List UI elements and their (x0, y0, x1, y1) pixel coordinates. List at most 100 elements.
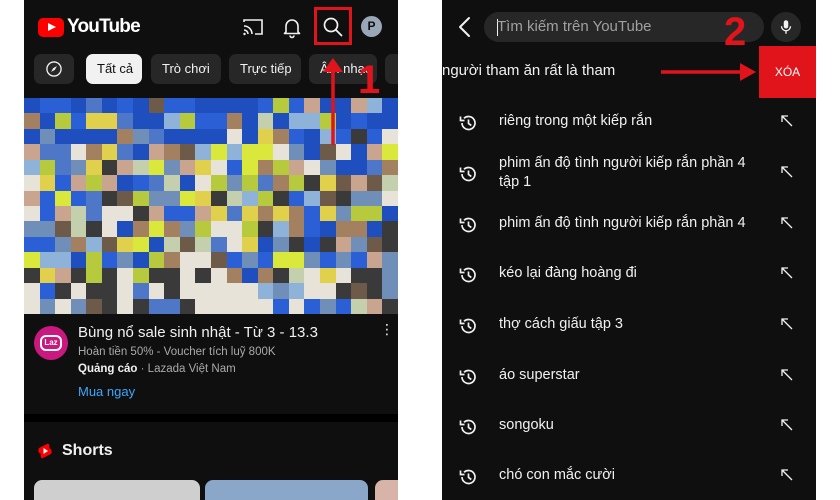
thumbnail-pixel (39, 190, 56, 206)
thumbnail-pixel (148, 283, 165, 299)
fill-search-arrow-icon[interactable] (780, 165, 794, 179)
swiped-history-item[interactable]: người tham ăn rất là tham (442, 62, 615, 79)
thumbnail-pixel (179, 283, 196, 299)
thumbnail-pixel (210, 98, 227, 114)
thumbnail-pixel (273, 283, 289, 299)
short-thumbnail[interactable] (375, 480, 398, 500)
thumbnail-pixel (366, 113, 383, 129)
shop-now-link[interactable]: Mua ngay (78, 384, 135, 399)
chip-games[interactable]: Trò chơi (151, 54, 221, 84)
thumbnail-pixel (86, 267, 102, 284)
fill-search-arrow-icon[interactable] (780, 266, 794, 280)
chip-more[interactable] (385, 54, 398, 84)
thumbnail-pixel (24, 190, 40, 206)
thumbnail-pixel (366, 298, 383, 314)
thumbnail-pixel (195, 252, 211, 268)
thumbnail-pixel (304, 283, 321, 299)
thumbnail-pixel (273, 159, 289, 176)
thumbnail-pixel (257, 236, 274, 253)
thumbnail-pixel (86, 113, 102, 129)
thumbnail-pixel (382, 128, 398, 145)
thumbnail-pixel (226, 175, 243, 191)
thumbnail-pixel (117, 113, 134, 129)
thumbnail-pixel (366, 175, 383, 191)
thumbnail-pixel (320, 267, 336, 284)
thumbnail-pixel (320, 206, 336, 222)
account-avatar[interactable]: P (361, 16, 382, 37)
thumbnail-pixel (320, 144, 336, 160)
thumbnail-pixel (55, 236, 71, 253)
thumbnail-pixel (24, 283, 40, 299)
thumbnail-pixel (24, 252, 40, 268)
thumbnail-pixel (24, 159, 40, 176)
short-thumbnail[interactable] (34, 480, 200, 500)
thumbnail-pixel (24, 206, 40, 222)
cast-icon[interactable] (241, 15, 265, 39)
chip-all[interactable]: Tất cả (86, 54, 142, 84)
thumbnail-pixel (335, 206, 352, 222)
thumbnail-pixel (70, 159, 87, 176)
thumbnail-pixel (273, 236, 289, 253)
more-options-icon[interactable]: ⋮ (380, 322, 394, 336)
thumbnail-pixel (179, 159, 196, 176)
thumbnail-pixel (288, 298, 305, 314)
fill-search-arrow-icon[interactable] (780, 368, 794, 382)
thumbnail-pixel (320, 298, 336, 314)
thumbnail-pixel (133, 206, 149, 222)
thumbnail-pixel (39, 267, 56, 284)
thumbnail-pixel (273, 190, 289, 206)
thumbnail-pixel (273, 298, 289, 314)
thumbnail-pixel (335, 190, 352, 206)
fill-search-arrow-icon[interactable] (780, 418, 794, 432)
youtube-logo[interactable]: YouTube (38, 16, 141, 38)
thumbnail-pixel (86, 175, 102, 191)
thumbnail-pixel (179, 98, 196, 114)
thumbnail-pixel (133, 221, 149, 237)
thumbnail-pixel (210, 128, 227, 145)
thumbnail-pixel (101, 206, 118, 222)
ad-card[interactable]: Laz Bùng nổ sale sinh nhật - Từ 3 - 13.3… (24, 322, 398, 402)
thumbnail-pixel (24, 298, 40, 314)
thumbnail-pixel (320, 128, 336, 145)
delete-button[interactable]: XÓA (759, 46, 816, 98)
thumbnail-pixel (210, 236, 227, 253)
thumbnail-pixel (148, 128, 165, 145)
fill-search-arrow-icon[interactable] (780, 468, 794, 482)
thumbnail-pixel (148, 175, 165, 191)
history-icon (459, 318, 476, 334)
thumbnail-pixel (101, 252, 118, 268)
fill-search-arrow-icon[interactable] (780, 317, 794, 331)
thumbnail-pixel (382, 190, 398, 206)
thumbnail-pixel (164, 144, 180, 160)
advertiser-avatar[interactable]: Laz (34, 326, 68, 360)
video-thumbnail[interactable] (24, 98, 398, 314)
fill-search-arrow-icon[interactable] (780, 216, 794, 230)
thumbnail-pixel (164, 159, 180, 176)
thumbnail-pixel (101, 190, 118, 206)
short-thumbnail[interactable] (205, 480, 368, 500)
thumbnail-pixel (366, 252, 383, 268)
thumbnail-pixel (39, 221, 56, 237)
ad-title[interactable]: Bùng nổ sale sinh nhật - Từ 3 - 13.3 (78, 324, 318, 341)
thumbnail-pixel (382, 298, 398, 314)
search-input[interactable]: Tìm kiếm trên YouTube (484, 12, 764, 42)
explore-chip[interactable] (34, 54, 74, 84)
thumbnail-pixel (117, 98, 134, 114)
thumbnail-pixel (55, 206, 71, 222)
back-arrow-icon[interactable] (454, 14, 476, 40)
thumbnail-pixel (288, 128, 305, 145)
chip-live[interactable]: Trực tiếp (229, 54, 301, 84)
thumbnail-pixel (164, 190, 180, 206)
thumbnail-pixel (335, 175, 352, 191)
thumbnail-pixel (226, 128, 243, 145)
thumbnail-pixel (117, 144, 134, 160)
thumbnail-pixel (242, 159, 258, 176)
fill-search-arrow-icon[interactable] (780, 114, 794, 128)
thumbnail-pixel (195, 98, 211, 114)
thumbnail-pixel (101, 267, 118, 284)
voice-search-button[interactable] (771, 12, 801, 42)
bell-icon[interactable] (280, 15, 304, 39)
thumbnail-pixel (133, 236, 149, 253)
thumbnail-pixel (86, 159, 102, 176)
thumbnail-pixel (117, 283, 134, 299)
